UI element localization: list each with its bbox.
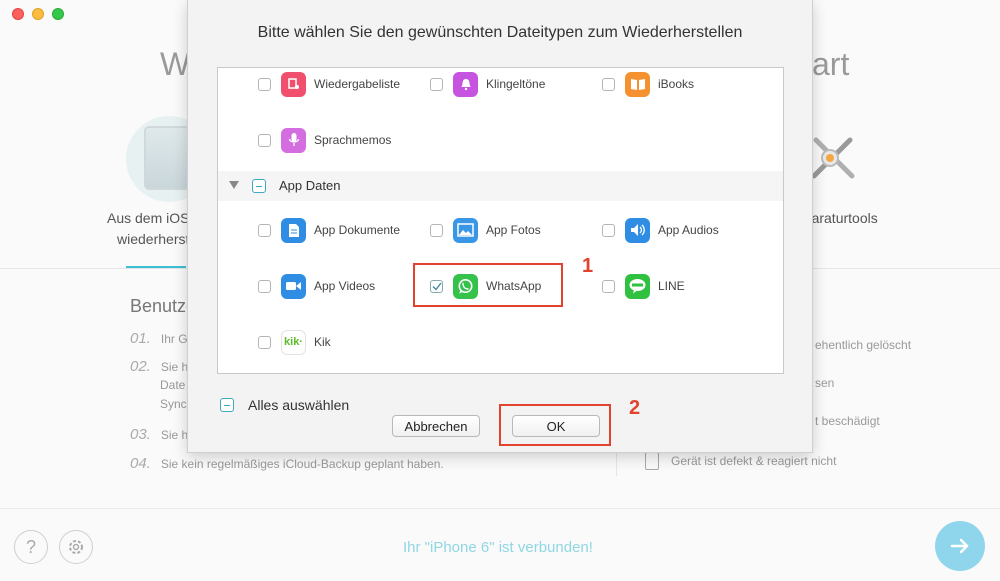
item-label: Wiedergabeliste xyxy=(314,77,401,91)
file-type-item-sprachmemos[interactable]: Sprachmemos xyxy=(258,126,391,154)
bell-icon xyxy=(453,71,478,97)
item-label: App Dokumente xyxy=(314,223,401,237)
video-camera-icon xyxy=(281,273,306,299)
settings-button[interactable] xyxy=(59,530,93,564)
checkbox[interactable] xyxy=(258,335,271,349)
step-item: 04. Sie kein regelmäßiges iCloud-Backup g… xyxy=(130,455,444,472)
item-label: Kik xyxy=(314,335,331,349)
section-label: App Daten xyxy=(279,178,341,193)
microphone-icon xyxy=(281,127,306,153)
footer-divider xyxy=(0,508,1000,509)
item-label: App Videos xyxy=(314,279,376,293)
file-type-list[interactable]: Wiedergabeliste Klingeltöne iBooks Sprac… xyxy=(217,67,784,374)
step-item-continued: Sync xyxy=(160,397,187,411)
file-type-item-klingeltoene[interactable]: Klingeltöne xyxy=(430,70,545,98)
arrow-right-icon xyxy=(950,538,969,554)
checkbox[interactable] xyxy=(258,77,271,91)
minimize-window-button[interactable] xyxy=(32,8,44,20)
checkbox[interactable] xyxy=(430,77,443,91)
line-icon xyxy=(625,273,650,299)
help-button[interactable]: ? xyxy=(14,530,48,564)
checkbox[interactable] xyxy=(258,133,271,147)
disclosure-triangle-icon[interactable] xyxy=(229,181,239,189)
checkbox[interactable] xyxy=(258,279,271,293)
file-type-item-kik[interactable]: kik· Kik xyxy=(258,328,331,356)
item-label: App Audios xyxy=(658,223,719,237)
annotation-step-1: 1 xyxy=(582,255,594,277)
device-icon xyxy=(645,452,659,470)
connection-status: Ihr "iPhone 6" ist verbunden! xyxy=(403,539,593,556)
ok-highlight-box xyxy=(499,404,611,446)
section-app-daten[interactable]: App Daten xyxy=(218,171,783,201)
close-window-button[interactable] xyxy=(12,8,24,20)
scenario-item: ehentlich gelöscht xyxy=(815,338,912,352)
cancel-button[interactable]: Abbrechen xyxy=(392,415,480,437)
devices-icon xyxy=(144,126,190,190)
window-controls xyxy=(12,8,64,20)
option-left-label-1: Aus dem iOS xyxy=(107,210,190,226)
photo-icon xyxy=(453,217,478,243)
item-label: iBooks xyxy=(658,77,695,91)
item-label: Sprachmemos xyxy=(314,133,392,147)
item-label: Klingeltöne xyxy=(486,77,546,91)
scenario-item: Gerät ist defekt & reagiert nicht xyxy=(645,452,836,470)
whatsapp-highlight-box xyxy=(413,263,563,307)
file-type-item-ibooks[interactable]: iBooks xyxy=(602,70,694,98)
file-type-item-app-audios[interactable]: App Audios xyxy=(602,216,719,244)
file-type-item-wiedergabeliste[interactable]: Wiedergabeliste xyxy=(258,70,400,98)
file-type-item-app-videos[interactable]: App Videos xyxy=(258,272,375,300)
book-icon xyxy=(625,71,650,97)
checkbox[interactable] xyxy=(602,223,615,237)
select-all-label: Alles auswählen xyxy=(248,397,350,413)
step-item: 02. Sie h xyxy=(130,358,189,375)
scenario-item: sen xyxy=(815,376,835,390)
scenario-item: t beschädigt xyxy=(815,414,880,428)
step-item-continued: Date xyxy=(160,378,186,392)
item-label: App Fotos xyxy=(486,223,541,237)
file-type-item-line[interactable]: LINE xyxy=(602,272,685,300)
option-left-label-2: wiederherst xyxy=(117,231,190,247)
checkbox[interactable] xyxy=(602,77,615,91)
zoom-window-button[interactable] xyxy=(52,8,64,20)
step-item: 03. Sie h xyxy=(130,426,189,443)
repair-tools-icon xyxy=(811,137,855,179)
section-checkbox[interactable] xyxy=(252,179,266,193)
page-title-left: W xyxy=(160,46,191,82)
file-type-item-app-fotos[interactable]: App Fotos xyxy=(430,216,541,244)
select-all-checkbox[interactable] xyxy=(220,398,234,412)
gear-icon xyxy=(69,540,83,554)
playlist-icon xyxy=(281,71,306,97)
page-title-right: art xyxy=(812,46,850,82)
annotation-step-2: 2 xyxy=(629,397,641,419)
checkbox[interactable] xyxy=(430,223,443,237)
file-type-item-app-dokumente[interactable]: App Dokumente xyxy=(258,216,400,244)
item-label: LINE xyxy=(658,279,685,293)
speaker-icon xyxy=(625,217,650,243)
step-item: 01. Ihr G xyxy=(130,330,188,347)
file-type-dialog: Bitte wählen Sie den gewünschten Dateity… xyxy=(187,0,813,453)
checkbox[interactable] xyxy=(602,279,615,293)
kik-icon: kik· xyxy=(281,329,306,355)
dialog-title: Bitte wählen Sie den gewünschten Dateity… xyxy=(257,24,743,41)
checkbox[interactable] xyxy=(258,223,271,237)
next-button[interactable] xyxy=(935,521,985,571)
document-icon xyxy=(281,217,306,243)
